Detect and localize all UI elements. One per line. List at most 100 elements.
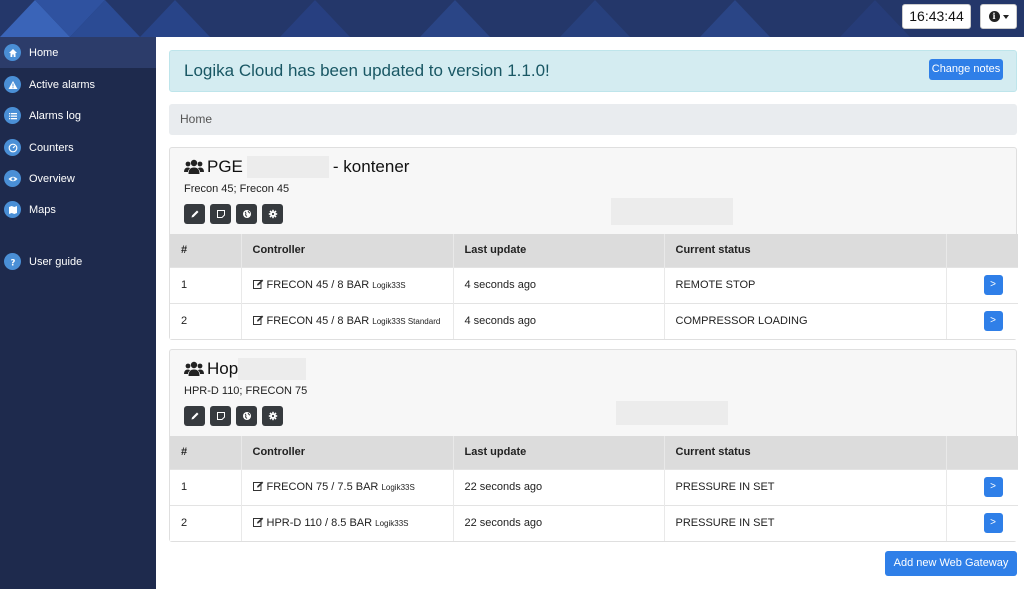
controller-cell[interactable]: FRECON 75 / 7.5 BAR Logik33S <box>241 468 454 505</box>
sidebar-item-user-guide[interactable]: ? User guide <box>0 246 156 277</box>
edit-icon <box>252 517 263 528</box>
controller-name: FRECON 45 / 8 BAR <box>266 315 370 328</box>
status-cell: PRESSURE IN SET <box>664 468 947 505</box>
pencil-icon <box>191 412 198 420</box>
web-button[interactable] <box>236 204 257 224</box>
caret-down-icon <box>1002 14 1009 19</box>
globe-icon <box>242 210 251 218</box>
breadcrumb: Home <box>169 104 1017 135</box>
redacted-text <box>246 156 329 178</box>
controller-model: Logik33S <box>381 483 415 492</box>
alert-message: Logika Cloud has been updated to version… <box>184 61 550 80</box>
web-button[interactable] <box>236 406 257 426</box>
redacted-text <box>238 358 307 380</box>
users-icon <box>184 159 204 174</box>
open-controller-button[interactable]: > <box>983 513 1003 534</box>
controller-cell[interactable]: FRECON 45 / 8 BAR Logik33S <box>241 266 454 303</box>
eye-icon <box>4 170 21 187</box>
gateway-title: Hop <box>184 358 307 380</box>
edit-icon <box>252 315 263 326</box>
gateway-name-suffix: - kontener <box>332 157 410 176</box>
column-header-number: # <box>170 234 242 267</box>
header-pattern <box>0 0 1024 37</box>
settings-button[interactable] <box>262 204 283 224</box>
question-icon: ? <box>4 253 21 270</box>
gateway-toolbar <box>184 406 283 426</box>
globe-icon <box>242 412 251 420</box>
action-cell: > <box>946 468 1018 505</box>
note-button[interactable] <box>210 204 231 224</box>
sidebar-item-label: Alarms log <box>29 109 81 122</box>
update-alert: Logika Cloud has been updated to version… <box>169 50 1017 92</box>
last-update-cell: 4 seconds ago <box>453 302 665 339</box>
column-header-action <box>946 234 1018 267</box>
controller-model: Logik33S Standard <box>372 317 441 327</box>
sidebar-item-overview[interactable]: Overview <box>0 163 156 194</box>
table-row: 2 FRECON 45 / 8 BAR Logik33S Standard 4 … <box>170 302 1018 339</box>
last-update-cell: 4 seconds ago <box>453 266 665 303</box>
edit-icon <box>252 481 263 491</box>
gateway-name-prefix: PGE <box>207 157 243 176</box>
svg-text:?: ? <box>10 258 15 267</box>
redacted-block <box>611 198 733 225</box>
row-number: 2 <box>170 302 242 339</box>
controllers-table: # Controller Last update Current status … <box>170 234 1018 339</box>
sidebar-item-label: User guide <box>29 255 83 268</box>
controller-cell[interactable]: FRECON 45 / 8 BAR Logik33S Standard <box>241 302 454 339</box>
sidebar-item-maps[interactable]: Maps <box>0 194 156 225</box>
list-icon <box>4 107 21 124</box>
note-icon <box>216 210 225 218</box>
gateway-subtitle: Frecon 45; Frecon 45 <box>184 183 290 195</box>
gauge-icon <box>4 139 21 156</box>
last-update-cell: 22 seconds ago <box>453 504 665 541</box>
controller-name: HPR-D 110 / 8.5 BAR <box>266 517 373 530</box>
row-number: 1 <box>170 468 242 505</box>
info-dropdown-button[interactable]: i <box>980 4 1017 29</box>
warning-icon <box>4 76 21 93</box>
sidebar: Home Active alarms Alarms log Counters O… <box>0 37 156 589</box>
controller-cell[interactable]: HPR-D 110 / 8.5 BAR Logik33S <box>241 504 454 541</box>
note-button[interactable] <box>210 406 231 426</box>
status-cell: REMOTE STOP <box>664 266 947 303</box>
column-header-controller: Controller <box>241 234 454 267</box>
add-web-gateway-button[interactable]: Add new Web Gateway <box>885 551 1017 576</box>
table-header-row: # Controller Last update Current status <box>170 234 1018 267</box>
change-notes-button[interactable]: Change notes <box>929 59 1003 80</box>
column-header-controller: Controller <box>241 436 454 469</box>
edit-icon <box>252 279 263 289</box>
gateway-name-prefix: Hop <box>207 359 239 378</box>
settings-button[interactable] <box>262 406 283 426</box>
column-header-status: Current status <box>664 234 947 267</box>
edit-button[interactable] <box>184 204 205 224</box>
users-icon <box>184 361 204 376</box>
column-header-status: Current status <box>664 436 947 469</box>
map-icon <box>4 201 21 218</box>
controller-name: FRECON 75 / 7.5 BAR <box>266 481 379 493</box>
gateway-subtitle: HPR-D 110; FRECON 75 <box>184 385 308 397</box>
top-bar: 16:43:44 i <box>0 0 1024 37</box>
gateway-toolbar <box>184 204 283 224</box>
gateway-title: PGE - kontener <box>184 156 409 178</box>
sidebar-item-alarms-log[interactable]: Alarms log <box>0 100 156 131</box>
sidebar-item-home[interactable]: Home <box>0 37 156 68</box>
pencil-icon <box>191 210 198 218</box>
sidebar-item-label: Overview <box>29 172 75 185</box>
column-header-last-update: Last update <box>453 234 665 267</box>
gateway-card-header: PGE - kontener Frecon 45; Frecon 45 <box>170 148 1016 234</box>
controllers-table: # Controller Last update Current status … <box>170 436 1018 541</box>
controller-model: Logik33S <box>375 519 409 529</box>
last-update-cell: 22 seconds ago <box>453 468 665 505</box>
edit-button[interactable] <box>184 406 205 426</box>
action-cell: > <box>946 266 1018 303</box>
open-controller-button[interactable]: > <box>983 477 1003 497</box>
open-controller-button[interactable]: > <box>983 275 1003 295</box>
table-row: 1 FRECON 75 / 7.5 BAR Logik33S 22 second… <box>170 468 1018 505</box>
breadcrumb-home[interactable]: Home <box>180 112 212 126</box>
gateway-card: Hop HPR-D 110; FRECON 75 # Controller La… <box>169 349 1018 542</box>
redacted-block <box>616 401 728 425</box>
sidebar-item-active-alarms[interactable]: Active alarms <box>0 69 156 100</box>
sidebar-item-counters[interactable]: Counters <box>0 132 156 163</box>
open-controller-button[interactable]: > <box>983 311 1003 332</box>
sidebar-item-label: Home <box>29 46 59 59</box>
sidebar-item-label: Maps <box>29 203 56 216</box>
